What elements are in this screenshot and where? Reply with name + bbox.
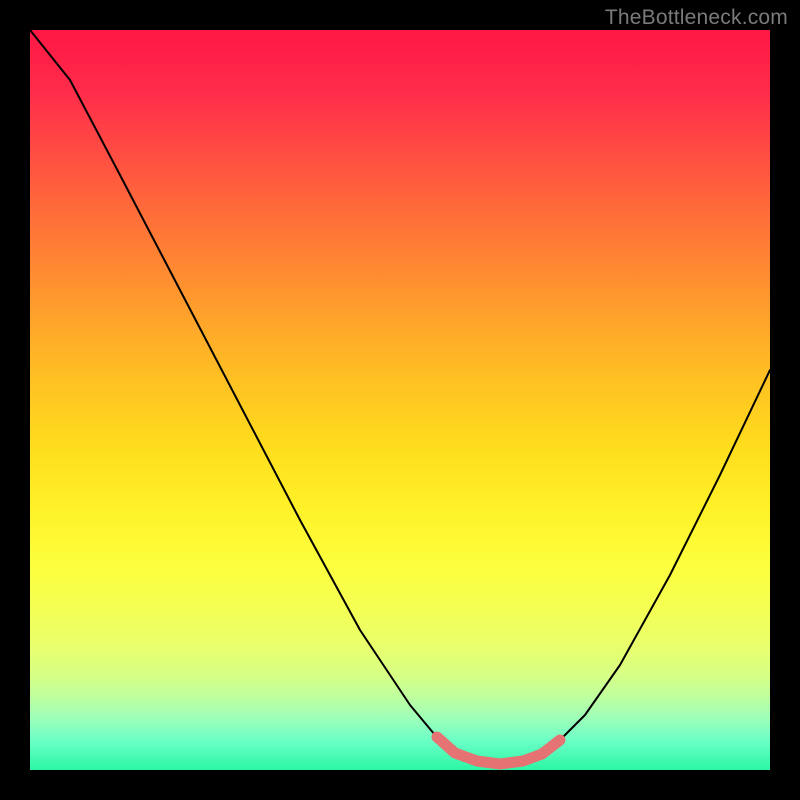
chart-container: TheBottleneck.com [0, 0, 800, 800]
watermark-label: TheBottleneck.com [605, 6, 788, 30]
plot-frame [30, 30, 770, 770]
chart-svg [30, 30, 770, 770]
flat-bottom-highlight [437, 737, 560, 764]
bottleneck-curve [30, 30, 770, 764]
